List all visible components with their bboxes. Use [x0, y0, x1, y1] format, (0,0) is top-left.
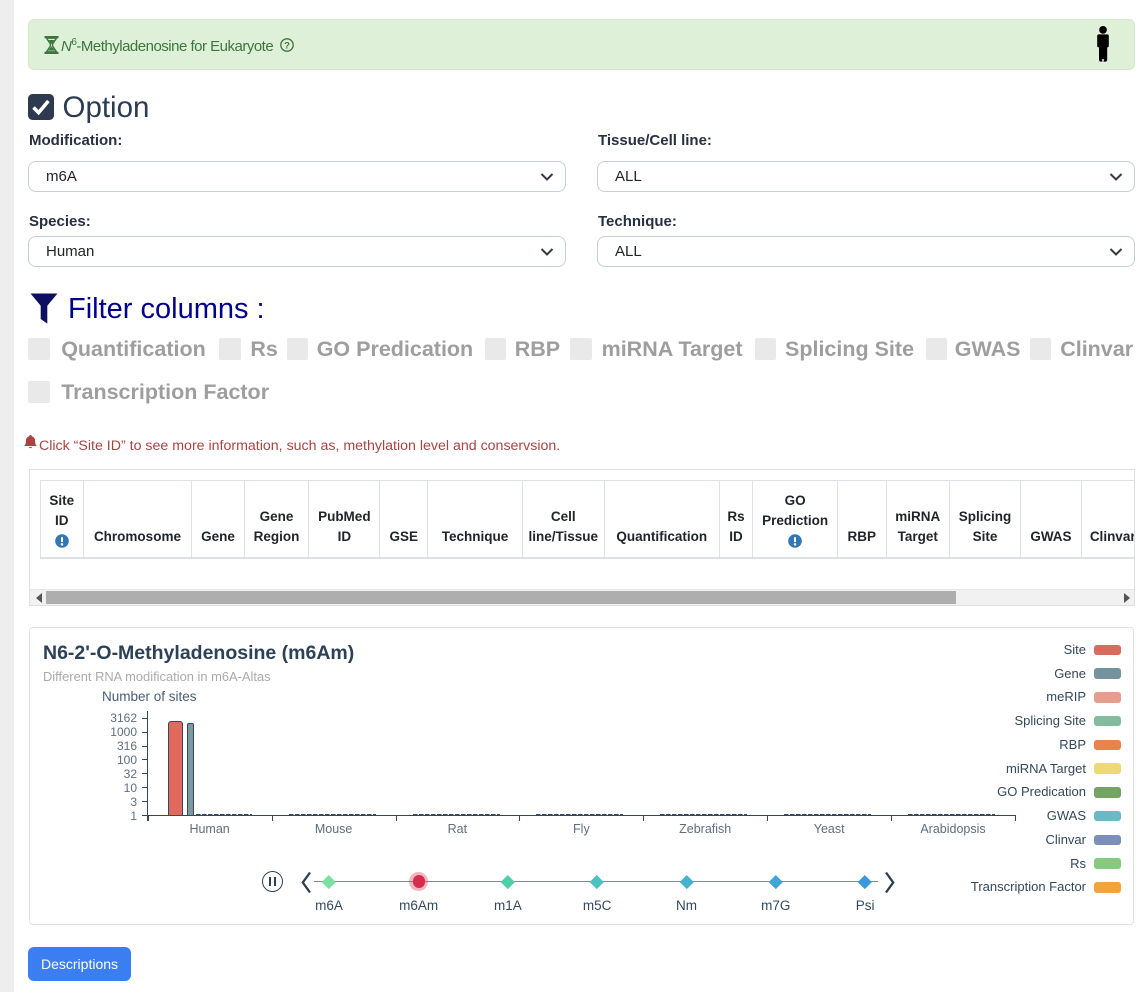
svg-text:?: ?	[284, 40, 290, 51]
